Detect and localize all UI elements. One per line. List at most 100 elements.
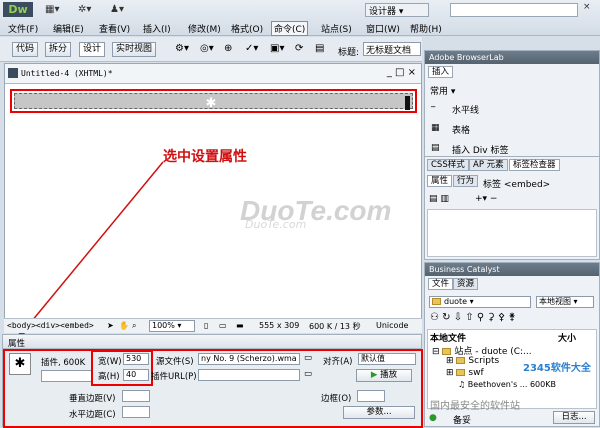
browserlab-header[interactable]: Adobe BrowserLab [425, 51, 599, 64]
tab-css-styles[interactable]: CSS样式 [427, 159, 469, 171]
align-select[interactable]: 默认值 [358, 353, 416, 365]
file-item-scripts[interactable]: ⊞ Scripts [446, 356, 499, 366]
insert-item-table[interactable]: 表格 [452, 123, 470, 136]
file-item-audio[interactable]: ♫ Beethoven's ... 600KB [458, 380, 556, 389]
desktop-size-icon[interactable]: ▬ [236, 321, 244, 330]
properties-panel: 属性 ✱ 插件, 600K 宽(W) 530 高(H) 40 源文件(S) ny… [2, 334, 423, 428]
resize-handle[interactable] [405, 96, 410, 110]
hand-tool-icon[interactable]: ✋ [119, 321, 129, 330]
visual-aids-icon[interactable]: ▣▾ [270, 43, 284, 54]
pluginurl-input[interactable] [198, 369, 300, 381]
add-behavior-icon[interactable]: +▾ − [475, 194, 497, 204]
height-input[interactable]: 40 [123, 369, 149, 381]
zoom-value: 100% [152, 321, 175, 330]
params-button[interactable]: 参数... [343, 406, 415, 419]
live-code-icon[interactable]: ▤ [315, 43, 324, 54]
tab-assets[interactable]: 资源 [453, 278, 479, 290]
vspace-label: 垂直边距(V) [69, 394, 116, 404]
user-icon[interactable]: ♟▾ [110, 4, 124, 15]
document-tab[interactable]: Untitled-4 (XHTML)* _ □ × [5, 64, 421, 84]
attribute-grid[interactable] [427, 209, 597, 257]
view-select[interactable]: 本地视图 ▾ [536, 296, 594, 308]
tab-behaviors[interactable]: 行为 [453, 175, 479, 187]
view-select-label: 本地视图 [539, 297, 571, 306]
workspace-switcher[interactable]: 设计器 ▾ [365, 3, 429, 17]
menu-modify[interactable]: 修改(M) [188, 22, 221, 35]
log-button[interactable]: 日志... [553, 411, 595, 424]
category-view-icon[interactable]: ▤ ▥ [429, 194, 449, 204]
zoom-select[interactable]: 100% ▾ [149, 320, 195, 332]
zoom-tool-icon[interactable]: ⌕ [132, 321, 136, 331]
table-icon: ▦ [431, 123, 440, 133]
design-view-button[interactable]: 设计 [79, 42, 106, 57]
pluginurl-folder-icon[interactable]: ▭ [304, 369, 312, 379]
menu-format[interactable]: 格式(O) [231, 22, 263, 35]
validate-icon[interactable]: ⊕ [224, 43, 232, 54]
menu-commands[interactable]: 命令(C) [271, 21, 309, 36]
properties-header[interactable]: 属性 [3, 335, 421, 349]
menu-bar: Dw ▦▾ ✲▾ ♟▾ 设计器 ▾ × 文件(F) 编辑(E) 查看(V) 插入… [0, 0, 600, 36]
document-window-controls[interactable]: _ □ × [387, 67, 416, 78]
file-manage-icon[interactable]: ◎▾ [200, 43, 214, 54]
gear-icon[interactable]: ✲▾ [78, 4, 91, 15]
menu-view[interactable]: 查看(V) [99, 22, 130, 35]
layout-icon[interactable]: ▦▾ [45, 4, 59, 15]
audio-file-icon: ♫ [458, 380, 468, 389]
select-tool-icon[interactable]: ➤ [107, 321, 114, 330]
width-label: 宽(W) [98, 357, 122, 367]
annotation-text: 选中设置属性 [163, 149, 247, 165]
code-view-button[interactable]: 代码 [12, 42, 39, 57]
tab-insert[interactable]: 插入 [428, 66, 454, 78]
file-item-scripts-label: Scripts [468, 356, 500, 366]
src-input[interactable]: ny No. 9 (Scherzo).wma [198, 353, 300, 365]
status-ok-icon: ● [429, 413, 437, 423]
menu-file[interactable]: 文件(F) [8, 22, 38, 35]
src-folder-icon[interactable]: ▭ [304, 353, 312, 363]
search-input[interactable] [450, 3, 578, 17]
border-input[interactable] [357, 390, 385, 402]
business-catalyst-header[interactable]: Business Catalyst [425, 263, 599, 276]
site-select[interactable]: duote ▾ [429, 296, 531, 308]
hspace-input[interactable] [122, 406, 150, 418]
file-toolbar-icons[interactable]: ⚇ ↻ ⇩ ⇧ ⚲ ⚳ ⚴ ⚵ [430, 312, 516, 323]
menu-site[interactable]: 站点(S) [321, 22, 352, 35]
tab-ap-elements[interactable]: AP 元素 [469, 159, 508, 171]
file-col-local: 本地文件 [430, 334, 467, 344]
src-label: 源文件(S) [156, 357, 194, 367]
file-item-swf[interactable]: ⊞ swf [446, 368, 484, 378]
check-icon[interactable]: ✓▾ [245, 43, 258, 54]
split-view-button[interactable]: 拆分 [45, 42, 72, 57]
div-icon: ▤ [431, 143, 440, 153]
insert-panel: Adobe BrowserLab 插入 常用 ▾ ━ 水平线 ▦ 表格 ▤ 插入… [424, 50, 600, 163]
menu-insert[interactable]: 插入(I) [143, 22, 171, 35]
hspace-label: 水平边距(C) [69, 410, 116, 420]
refresh-icon[interactable]: ⟳ [295, 43, 303, 54]
mobile-size-icon[interactable]: ▯ [204, 321, 208, 330]
title-input[interactable]: 无标题文档 [363, 42, 421, 56]
menu-window[interactable]: 窗口(W) [366, 22, 400, 35]
plugin-name-field[interactable] [41, 370, 93, 382]
plugin-large-icon: ✱ [9, 353, 31, 375]
play-button[interactable]: ▶ 播放 [356, 369, 412, 382]
play-label: 播放 [380, 370, 398, 380]
menu-help[interactable]: 帮助(H) [410, 22, 442, 35]
tablet-size-icon[interactable]: ▭ [219, 321, 227, 330]
site-tagline-watermark: 国内最安全的软件站 [430, 401, 520, 412]
tab-tag-inspector[interactable]: 标签检查器 [509, 159, 560, 171]
vspace-input[interactable] [122, 390, 150, 402]
tab-attributes[interactable]: 属性 [427, 175, 453, 187]
window-controls[interactable]: × [583, 2, 591, 12]
insert-category-select[interactable]: 常用 ▾ [430, 84, 455, 97]
browser-preview-icon[interactable]: ⚙▾ [175, 43, 189, 54]
insert-item-div[interactable]: 插入 Div 标签 [452, 143, 508, 156]
width-input[interactable]: 530 [123, 353, 149, 365]
align-label: 对齐(A) [323, 357, 353, 367]
tab-files[interactable]: 文件 [428, 278, 454, 290]
insert-category-label: 常用 [430, 87, 449, 97]
window-size[interactable]: 555 x 309 [259, 321, 299, 330]
tag-selector[interactable]: <body><div><embed> [7, 321, 94, 330]
menu-edit[interactable]: 编辑(E) [53, 22, 84, 35]
insert-item-hr[interactable]: 水平线 [452, 103, 479, 116]
embed-plugin-placeholder[interactable]: ✱ [14, 93, 413, 111]
live-view-button[interactable]: 实时视图 [112, 42, 157, 57]
